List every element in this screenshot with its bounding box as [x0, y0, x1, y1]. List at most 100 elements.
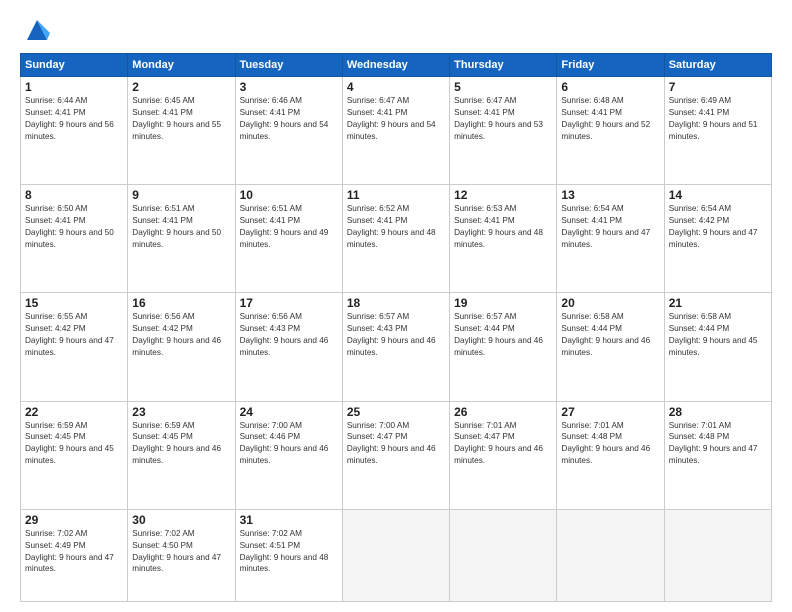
day-info: Sunrise: 6:47 AM Sunset: 4:41 PM Dayligh… [454, 95, 552, 143]
day-number: 16 [132, 296, 230, 310]
day-info: Sunrise: 6:51 AM Sunset: 4:41 PM Dayligh… [132, 203, 230, 251]
calendar-day-cell: 20 Sunrise: 6:58 AM Sunset: 4:44 PM Dayl… [557, 293, 664, 401]
day-number: 28 [669, 405, 767, 419]
logo-icon [22, 15, 52, 45]
calendar-day-cell: 7 Sunrise: 6:49 AM Sunset: 4:41 PM Dayli… [664, 77, 771, 185]
day-number: 12 [454, 188, 552, 202]
calendar-day-cell: 15 Sunrise: 6:55 AM Sunset: 4:42 PM Dayl… [21, 293, 128, 401]
calendar-week-row: 15 Sunrise: 6:55 AM Sunset: 4:42 PM Dayl… [21, 293, 772, 401]
calendar-day-cell [450, 509, 557, 601]
day-info: Sunrise: 6:56 AM Sunset: 4:42 PM Dayligh… [132, 311, 230, 359]
calendar-day-cell: 26 Sunrise: 7:01 AM Sunset: 4:47 PM Dayl… [450, 401, 557, 509]
day-info: Sunrise: 7:02 AM Sunset: 4:49 PM Dayligh… [25, 528, 123, 576]
day-info: Sunrise: 7:02 AM Sunset: 4:51 PM Dayligh… [240, 528, 338, 576]
day-number: 14 [669, 188, 767, 202]
calendar-day-cell: 8 Sunrise: 6:50 AM Sunset: 4:41 PM Dayli… [21, 185, 128, 293]
calendar-day-cell: 25 Sunrise: 7:00 AM Sunset: 4:47 PM Dayl… [342, 401, 449, 509]
day-info: Sunrise: 6:59 AM Sunset: 4:45 PM Dayligh… [132, 420, 230, 468]
day-number: 30 [132, 513, 230, 527]
day-info: Sunrise: 6:44 AM Sunset: 4:41 PM Dayligh… [25, 95, 123, 143]
day-number: 25 [347, 405, 445, 419]
calendar-day-cell: 28 Sunrise: 7:01 AM Sunset: 4:48 PM Dayl… [664, 401, 771, 509]
calendar-day-cell [664, 509, 771, 601]
weekday-header: Friday [557, 54, 664, 77]
day-info: Sunrise: 6:57 AM Sunset: 4:44 PM Dayligh… [454, 311, 552, 359]
calendar-day-cell: 24 Sunrise: 7:00 AM Sunset: 4:46 PM Dayl… [235, 401, 342, 509]
day-info: Sunrise: 6:48 AM Sunset: 4:41 PM Dayligh… [561, 95, 659, 143]
day-info: Sunrise: 6:52 AM Sunset: 4:41 PM Dayligh… [347, 203, 445, 251]
day-number: 23 [132, 405, 230, 419]
day-number: 20 [561, 296, 659, 310]
day-number: 10 [240, 188, 338, 202]
day-info: Sunrise: 7:00 AM Sunset: 4:47 PM Dayligh… [347, 420, 445, 468]
day-info: Sunrise: 6:58 AM Sunset: 4:44 PM Dayligh… [561, 311, 659, 359]
day-number: 4 [347, 80, 445, 94]
day-info: Sunrise: 6:51 AM Sunset: 4:41 PM Dayligh… [240, 203, 338, 251]
calendar-day-cell: 27 Sunrise: 7:01 AM Sunset: 4:48 PM Dayl… [557, 401, 664, 509]
day-info: Sunrise: 6:45 AM Sunset: 4:41 PM Dayligh… [132, 95, 230, 143]
page: SundayMondayTuesdayWednesdayThursdayFrid… [0, 0, 792, 612]
calendar-day-cell [342, 509, 449, 601]
weekday-header: Monday [128, 54, 235, 77]
day-info: Sunrise: 6:53 AM Sunset: 4:41 PM Dayligh… [454, 203, 552, 251]
day-number: 21 [669, 296, 767, 310]
day-number: 3 [240, 80, 338, 94]
day-number: 1 [25, 80, 123, 94]
calendar-day-cell: 14 Sunrise: 6:54 AM Sunset: 4:42 PM Dayl… [664, 185, 771, 293]
calendar-day-cell: 5 Sunrise: 6:47 AM Sunset: 4:41 PM Dayli… [450, 77, 557, 185]
weekday-header: Wednesday [342, 54, 449, 77]
calendar-day-cell: 30 Sunrise: 7:02 AM Sunset: 4:50 PM Dayl… [128, 509, 235, 601]
day-number: 18 [347, 296, 445, 310]
day-info: Sunrise: 7:01 AM Sunset: 4:47 PM Dayligh… [454, 420, 552, 468]
day-info: Sunrise: 7:01 AM Sunset: 4:48 PM Dayligh… [669, 420, 767, 468]
calendar-day-cell: 22 Sunrise: 6:59 AM Sunset: 4:45 PM Dayl… [21, 401, 128, 509]
day-info: Sunrise: 6:47 AM Sunset: 4:41 PM Dayligh… [347, 95, 445, 143]
day-number: 7 [669, 80, 767, 94]
calendar-day-cell: 19 Sunrise: 6:57 AM Sunset: 4:44 PM Dayl… [450, 293, 557, 401]
day-number: 15 [25, 296, 123, 310]
calendar-day-cell: 13 Sunrise: 6:54 AM Sunset: 4:41 PM Dayl… [557, 185, 664, 293]
day-number: 19 [454, 296, 552, 310]
calendar-week-row: 22 Sunrise: 6:59 AM Sunset: 4:45 PM Dayl… [21, 401, 772, 509]
day-info: Sunrise: 6:58 AM Sunset: 4:44 PM Dayligh… [669, 311, 767, 359]
logo [20, 15, 52, 45]
calendar-day-cell: 4 Sunrise: 6:47 AM Sunset: 4:41 PM Dayli… [342, 77, 449, 185]
day-info: Sunrise: 6:50 AM Sunset: 4:41 PM Dayligh… [25, 203, 123, 251]
day-info: Sunrise: 6:56 AM Sunset: 4:43 PM Dayligh… [240, 311, 338, 359]
calendar-day-cell: 29 Sunrise: 7:02 AM Sunset: 4:49 PM Dayl… [21, 509, 128, 601]
day-info: Sunrise: 6:54 AM Sunset: 4:41 PM Dayligh… [561, 203, 659, 251]
day-number: 17 [240, 296, 338, 310]
day-number: 22 [25, 405, 123, 419]
day-number: 29 [25, 513, 123, 527]
calendar-day-cell: 6 Sunrise: 6:48 AM Sunset: 4:41 PM Dayli… [557, 77, 664, 185]
calendar-day-cell: 31 Sunrise: 7:02 AM Sunset: 4:51 PM Dayl… [235, 509, 342, 601]
day-number: 31 [240, 513, 338, 527]
day-info: Sunrise: 7:00 AM Sunset: 4:46 PM Dayligh… [240, 420, 338, 468]
calendar-day-cell: 18 Sunrise: 6:57 AM Sunset: 4:43 PM Dayl… [342, 293, 449, 401]
day-number: 2 [132, 80, 230, 94]
weekday-header: Saturday [664, 54, 771, 77]
day-number: 5 [454, 80, 552, 94]
calendar-day-cell: 1 Sunrise: 6:44 AM Sunset: 4:41 PM Dayli… [21, 77, 128, 185]
day-number: 27 [561, 405, 659, 419]
day-number: 9 [132, 188, 230, 202]
calendar-week-row: 29 Sunrise: 7:02 AM Sunset: 4:49 PM Dayl… [21, 509, 772, 601]
day-info: Sunrise: 6:57 AM Sunset: 4:43 PM Dayligh… [347, 311, 445, 359]
day-info: Sunrise: 6:49 AM Sunset: 4:41 PM Dayligh… [669, 95, 767, 143]
day-number: 6 [561, 80, 659, 94]
weekday-header: Sunday [21, 54, 128, 77]
day-number: 8 [25, 188, 123, 202]
calendar-day-cell: 12 Sunrise: 6:53 AM Sunset: 4:41 PM Dayl… [450, 185, 557, 293]
calendar-day-cell: 9 Sunrise: 6:51 AM Sunset: 4:41 PM Dayli… [128, 185, 235, 293]
calendar-day-cell: 11 Sunrise: 6:52 AM Sunset: 4:41 PM Dayl… [342, 185, 449, 293]
day-info: Sunrise: 6:55 AM Sunset: 4:42 PM Dayligh… [25, 311, 123, 359]
day-info: Sunrise: 7:01 AM Sunset: 4:48 PM Dayligh… [561, 420, 659, 468]
calendar-day-cell: 16 Sunrise: 6:56 AM Sunset: 4:42 PM Dayl… [128, 293, 235, 401]
calendar-day-cell: 23 Sunrise: 6:59 AM Sunset: 4:45 PM Dayl… [128, 401, 235, 509]
day-info: Sunrise: 6:59 AM Sunset: 4:45 PM Dayligh… [25, 420, 123, 468]
day-number: 11 [347, 188, 445, 202]
weekday-header: Tuesday [235, 54, 342, 77]
calendar-day-cell [557, 509, 664, 601]
day-info: Sunrise: 6:54 AM Sunset: 4:42 PM Dayligh… [669, 203, 767, 251]
day-info: Sunrise: 7:02 AM Sunset: 4:50 PM Dayligh… [132, 528, 230, 576]
